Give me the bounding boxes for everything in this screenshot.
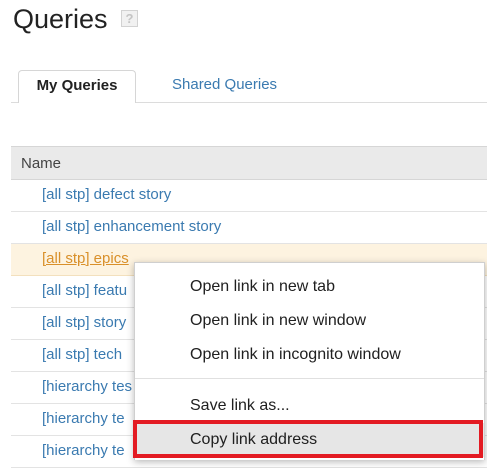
query-link[interactable]: [all stp] enhancement story [42, 218, 221, 235]
menu-item-open-incognito[interactable]: Open link in incognito window [135, 338, 484, 372]
query-link[interactable]: [all stp] story [42, 314, 126, 331]
menu-item-open-new-tab[interactable]: Open link in new tab [135, 270, 484, 304]
menu-item-save-link-as[interactable]: Save link as... [135, 389, 484, 423]
query-link[interactable]: [hierarchy tes [42, 378, 132, 395]
context-menu: Open link in new tab Open link in new wi… [134, 262, 485, 460]
table-row: [all stp] enhancement story [11, 212, 487, 244]
column-header-name[interactable]: Name [21, 155, 61, 172]
menu-item-copy-link-address[interactable]: Copy link address [135, 423, 484, 457]
tab-shared-queries[interactable]: Shared Queries [172, 70, 277, 102]
page-title: Queries [13, 4, 108, 34]
query-link[interactable]: [hierarchy te [42, 410, 125, 427]
table-row: [all stp] defect story [11, 180, 487, 212]
menu-item-open-new-window[interactable]: Open link in new window [135, 304, 484, 338]
tab-my-queries[interactable]: My Queries [18, 70, 136, 103]
query-link[interactable]: [all stp] epics [42, 250, 129, 267]
table-header: Name [11, 146, 487, 180]
menu-separator [135, 378, 484, 379]
query-link[interactable]: [all stp] tech [42, 346, 122, 363]
query-link[interactable]: [all stp] defect story [42, 186, 171, 203]
help-icon[interactable]: ? [121, 10, 138, 27]
query-link[interactable]: [hierarchy te [42, 442, 125, 459]
query-link[interactable]: [all stp] featu [42, 282, 127, 299]
